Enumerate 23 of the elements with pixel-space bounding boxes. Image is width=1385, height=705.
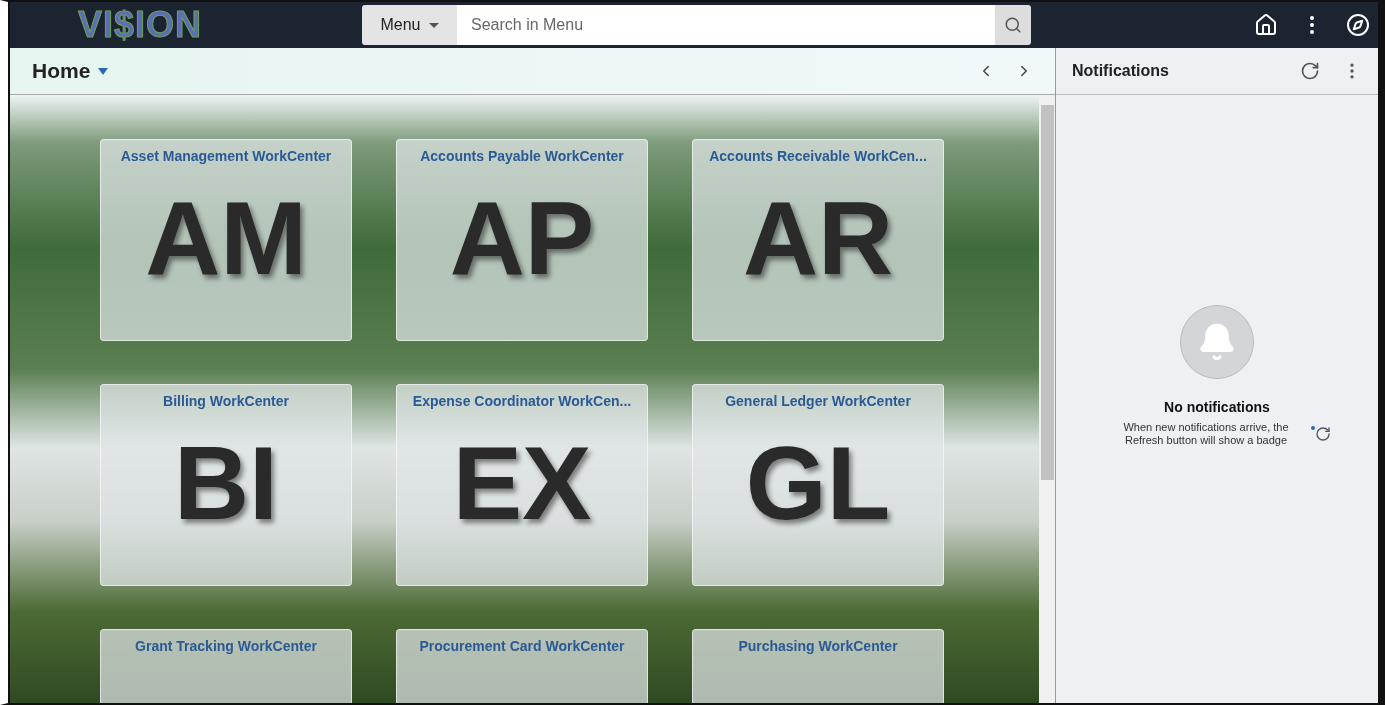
workcenter-tile[interactable]: Expense Coordinator WorkCen... EX <box>396 384 648 586</box>
workcenter-tile[interactable]: Asset Management WorkCenter AM <box>100 139 352 341</box>
workcenter-tile[interactable]: Grant Tracking WorkCenter <box>100 629 352 703</box>
workcenter-tile[interactable]: Procurement Card WorkCenter <box>396 629 648 703</box>
home-icon[interactable] <box>1254 13 1278 37</box>
empty-title: No notifications <box>1164 399 1270 415</box>
workcenter-tile[interactable]: Accounts Payable WorkCenter AP <box>396 139 648 341</box>
workcenter-tile[interactable]: General Ledger WorkCenter GL <box>692 384 944 586</box>
refresh-badge-icon <box>1314 425 1331 442</box>
workcenter-tile[interactable]: Purchasing WorkCenter <box>692 629 944 703</box>
notifications-title: Notifications <box>1072 62 1169 80</box>
search-button[interactable] <box>995 5 1031 45</box>
compass-icon[interactable] <box>1346 13 1370 37</box>
workcenter-tile[interactable]: Billing WorkCenter BI <box>100 384 352 586</box>
refresh-icon[interactable] <box>1300 61 1320 81</box>
menu-button[interactable]: Menu <box>362 5 457 45</box>
search-field[interactable]: Search in Menu <box>457 5 995 45</box>
search-icon <box>1004 16 1022 34</box>
scrollbar[interactable] <box>1039 95 1055 703</box>
empty-message: When new notifications arrive, the Refresh button will show a badge <box>1122 421 1290 447</box>
home-dropdown[interactable]: Home <box>32 59 109 83</box>
workcenter-tile[interactable]: Accounts Receivable WorkCen... AR <box>692 139 944 341</box>
logo: VI$ION <box>77 4 204 46</box>
